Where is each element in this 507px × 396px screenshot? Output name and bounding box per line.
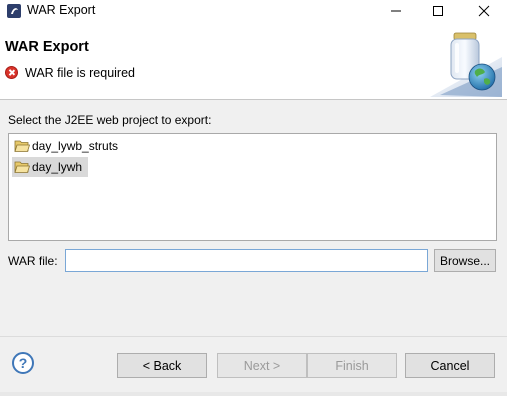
project-list[interactable]: day_lywb_struts day_lywh — [8, 133, 497, 241]
maximize-icon — [433, 6, 443, 16]
list-item-label: day_lywb_struts — [32, 139, 119, 153]
status-strip — [0, 392, 507, 396]
browse-button[interactable]: Browse... — [434, 249, 496, 272]
minimize-icon — [391, 10, 401, 12]
minimize-button[interactable] — [378, 0, 414, 22]
open-folder-icon — [14, 161, 30, 173]
error-icon — [5, 66, 18, 79]
cancel-button[interactable]: Cancel — [405, 353, 495, 378]
project-select-label: Select the J2EE web project to export: — [8, 113, 212, 127]
page-title: WAR Export — [5, 39, 89, 55]
list-item[interactable]: day_lywb_struts — [12, 136, 124, 156]
close-icon — [478, 5, 490, 17]
finish-button[interactable]: Finish — [307, 353, 397, 378]
war-file-input[interactable] — [65, 249, 428, 272]
footer-divider — [0, 336, 507, 337]
eclipse-app-icon — [7, 4, 21, 18]
help-icon[interactable]: ? — [12, 352, 34, 374]
list-item[interactable]: day_lywh — [12, 157, 89, 177]
wizard-header: WAR Export WAR file is required — [0, 22, 507, 100]
next-button[interactable]: Next > — [217, 353, 307, 378]
war-file-label: WAR file: — [8, 254, 58, 268]
close-button[interactable] — [466, 0, 502, 22]
back-button[interactable]: < Back — [117, 353, 207, 378]
war-jar-globe-icon — [430, 32, 502, 97]
window-title: WAR Export — [27, 3, 96, 17]
open-folder-icon — [14, 140, 30, 152]
error-message: WAR file is required — [25, 66, 135, 80]
list-item-label: day_lywh — [32, 160, 83, 174]
maximize-button[interactable] — [420, 0, 456, 22]
title-bar: WAR Export — [0, 0, 507, 22]
